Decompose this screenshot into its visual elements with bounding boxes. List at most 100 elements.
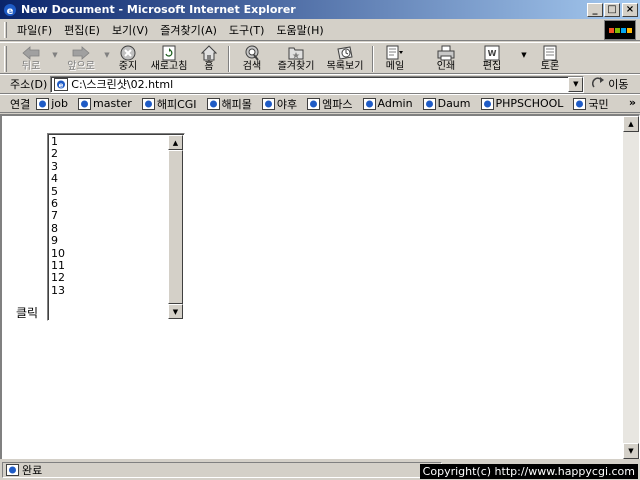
toolbar-separator	[228, 46, 230, 72]
ie-page-icon	[261, 97, 275, 110]
list-item[interactable]: 13	[50, 284, 168, 297]
list-item[interactable]: 2	[50, 147, 168, 160]
address-input[interactable]: e C:\스크린샷\02.html ▼	[50, 75, 585, 93]
favorites-button[interactable]: 즐겨찾기	[271, 43, 321, 74]
go-label: 이동	[608, 78, 629, 91]
refresh-icon	[162, 44, 176, 61]
home-button[interactable]: 홈	[193, 43, 225, 74]
svg-text:e: e	[7, 6, 14, 17]
scroll-up-arrow-icon[interactable]: ▲	[623, 116, 639, 132]
back-arrow-icon	[22, 44, 40, 61]
ie-page-icon	[6, 464, 19, 476]
ie-page-icon	[78, 97, 92, 110]
listbox-scrollbar[interactable]: ▲ ▼	[168, 135, 183, 319]
link-yahoo[interactable]: 야후	[261, 96, 298, 112]
toolbar-separator	[372, 46, 374, 72]
scroll-up-arrow-icon[interactable]: ▲	[168, 135, 183, 150]
windows-logo-icon	[604, 20, 636, 40]
forward-dropdown-icon[interactable]: ▼	[103, 51, 111, 59]
print-label: 인쇄	[436, 61, 456, 72]
scroll-down-arrow-icon[interactable]: ▼	[168, 304, 183, 319]
list-item[interactable]: 5	[50, 185, 168, 198]
address-bar: 주소(D) e C:\스크린샷\02.html ▼ 이동	[0, 74, 640, 94]
list-item[interactable]: 4	[50, 172, 168, 185]
menu-favorites[interactable]: 즐겨찾기(A)	[154, 22, 223, 38]
window-title: New Document - Microsoft Internet Explor…	[21, 3, 296, 16]
link-kookmin[interactable]: 국민	[573, 96, 609, 112]
scroll-down-arrow-icon[interactable]: ▼	[623, 443, 639, 459]
forward-button[interactable]: 앞으로	[59, 43, 103, 74]
edit-dropdown-icon[interactable]: ▼	[515, 51, 533, 59]
link-master[interactable]: master	[78, 97, 132, 110]
go-arrow-icon	[592, 76, 606, 92]
list-item[interactable]: 8	[50, 222, 168, 235]
link-admin[interactable]: Admin	[362, 97, 413, 110]
history-icon	[336, 44, 354, 61]
search-button[interactable]: 검색	[233, 43, 271, 74]
history-button[interactable]: 목록보기	[321, 43, 369, 74]
link-label: 해피몰	[221, 97, 252, 111]
refresh-button[interactable]: 새로고침	[145, 43, 193, 74]
menu-view[interactable]: 보기(V)	[106, 22, 154, 38]
list-item[interactable]: 1	[50, 135, 168, 148]
close-button[interactable]: ×	[622, 2, 638, 17]
list-item[interactable]: 11	[50, 259, 168, 272]
favorites-folder-icon	[288, 44, 304, 61]
menu-help[interactable]: 도움말(H)	[270, 22, 329, 38]
link-happymall[interactable]: 해피몰	[206, 96, 252, 112]
mail-icon	[386, 44, 404, 61]
link-label: job	[51, 97, 69, 110]
list-item[interactable]: 3	[50, 160, 168, 173]
link-job[interactable]: job	[36, 97, 68, 110]
svg-text:e: e	[59, 81, 64, 89]
link-daum[interactable]: Daum	[422, 97, 471, 110]
link-phpschool[interactable]: PHPSCHOOL	[480, 97, 563, 110]
link-label: 해피CGI	[156, 97, 197, 111]
minimize-button[interactable]: _	[587, 2, 603, 17]
discuss-button[interactable]: 토론	[533, 43, 567, 74]
printer-icon	[437, 44, 455, 61]
link-label: Daum	[437, 97, 471, 110]
link-label: 야후	[276, 97, 298, 111]
number-listbox[interactable]: 1 2 3 4 5 6 7 8 9 10 11 12 13 ▲ ▼	[47, 133, 185, 321]
title-bar: e New Document - Microsoft Internet Expl…	[0, 0, 640, 19]
link-label: master	[93, 97, 132, 110]
list-item[interactable]: 6	[50, 197, 168, 210]
edit-label: 편집	[482, 61, 502, 72]
maximize-button[interactable]: □	[604, 2, 620, 17]
ie-page-icon	[480, 97, 494, 110]
list-item[interactable]: 7	[50, 209, 168, 222]
ie-page-icon	[206, 97, 220, 110]
listbox-scroll-thumb[interactable]	[168, 150, 183, 304]
back-label: 뒤로	[21, 61, 41, 72]
list-item[interactable]: 10	[50, 247, 168, 260]
address-dropdown-icon[interactable]: ▼	[568, 76, 584, 92]
list-item[interactable]: 12	[50, 271, 168, 284]
forward-arrow-icon	[72, 44, 90, 61]
go-button[interactable]: 이동	[592, 76, 629, 92]
status-pane: 완료	[2, 462, 442, 478]
menu-tools[interactable]: 도구(T)	[223, 22, 271, 38]
status-bar: 완료 Copyright(c) http://www.happycgi.com	[0, 460, 640, 480]
toolbar-grip[interactable]	[4, 46, 7, 72]
stop-button[interactable]: 중지	[111, 43, 145, 74]
back-button[interactable]: 뒤로	[11, 43, 51, 74]
link-empas[interactable]: 엠파스	[307, 96, 353, 112]
ie-page-icon	[573, 97, 587, 110]
list-item[interactable]: 9	[50, 234, 168, 247]
click-label: 클릭	[16, 306, 39, 320]
stop-icon	[120, 44, 136, 61]
more-links-chevron-icon[interactable]: »	[629, 96, 636, 109]
back-dropdown-icon[interactable]: ▼	[51, 51, 59, 59]
menubar-grip[interactable]	[4, 21, 7, 38]
print-button[interactable]: 인쇄	[423, 43, 469, 74]
page-content: 클릭 1 2 3 4 5 6 7 8 9 10 11 12 13 ▲ ▼	[2, 116, 622, 459]
page-scrollbar[interactable]: ▲ ▼	[623, 116, 639, 459]
edit-icon: W	[484, 44, 500, 61]
links-label: 연결	[10, 97, 31, 111]
link-happycgi[interactable]: 해피CGI	[141, 96, 197, 112]
menu-file[interactable]: 파일(F)	[11, 22, 58, 38]
mail-button[interactable]: 메일	[377, 43, 413, 74]
edit-button[interactable]: W 편집	[469, 43, 515, 74]
menu-edit[interactable]: 편집(E)	[58, 22, 106, 38]
